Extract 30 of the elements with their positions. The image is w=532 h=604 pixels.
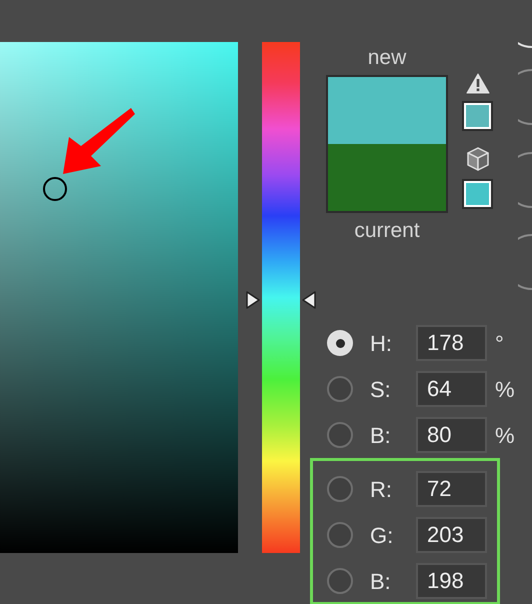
current-label: current (353, 221, 421, 241)
value-field[interactable]: 72 (416, 471, 487, 507)
radio-button[interactable] (327, 476, 353, 502)
field-label: G: (370, 522, 394, 550)
radio-button[interactable] (327, 422, 353, 448)
web-safe-swatch[interactable] (464, 181, 491, 207)
warning-icon (466, 73, 490, 94)
value-field[interactable]: 198 (416, 563, 487, 599)
slider-handle[interactable] (302, 291, 316, 310)
cube-icon (466, 147, 488, 171)
value-field[interactable]: 203 (416, 517, 487, 553)
unit-label: % (495, 422, 515, 450)
unit-label: % (495, 376, 515, 404)
slider-handle[interactable] (246, 291, 260, 310)
value-field[interactable]: 178 (416, 325, 487, 361)
value-field[interactable]: 64 (416, 371, 487, 407)
field-label: S: (370, 376, 392, 404)
radio-button[interactable] (327, 330, 353, 356)
value-field[interactable]: 80 (416, 417, 487, 453)
radio-button[interactable] (327, 568, 353, 594)
radio-button[interactable] (327, 376, 353, 402)
picker-ring[interactable] (42, 176, 68, 202)
gamut-swatch[interactable] (464, 103, 491, 129)
new-label: new (366, 48, 408, 68)
radio-button[interactable] (327, 522, 353, 548)
field-label: B: (370, 422, 392, 450)
unit-label: ° (495, 330, 504, 358)
field-label: R: (370, 476, 393, 504)
field-label: H: (370, 330, 393, 358)
field-label: B: (370, 568, 392, 596)
